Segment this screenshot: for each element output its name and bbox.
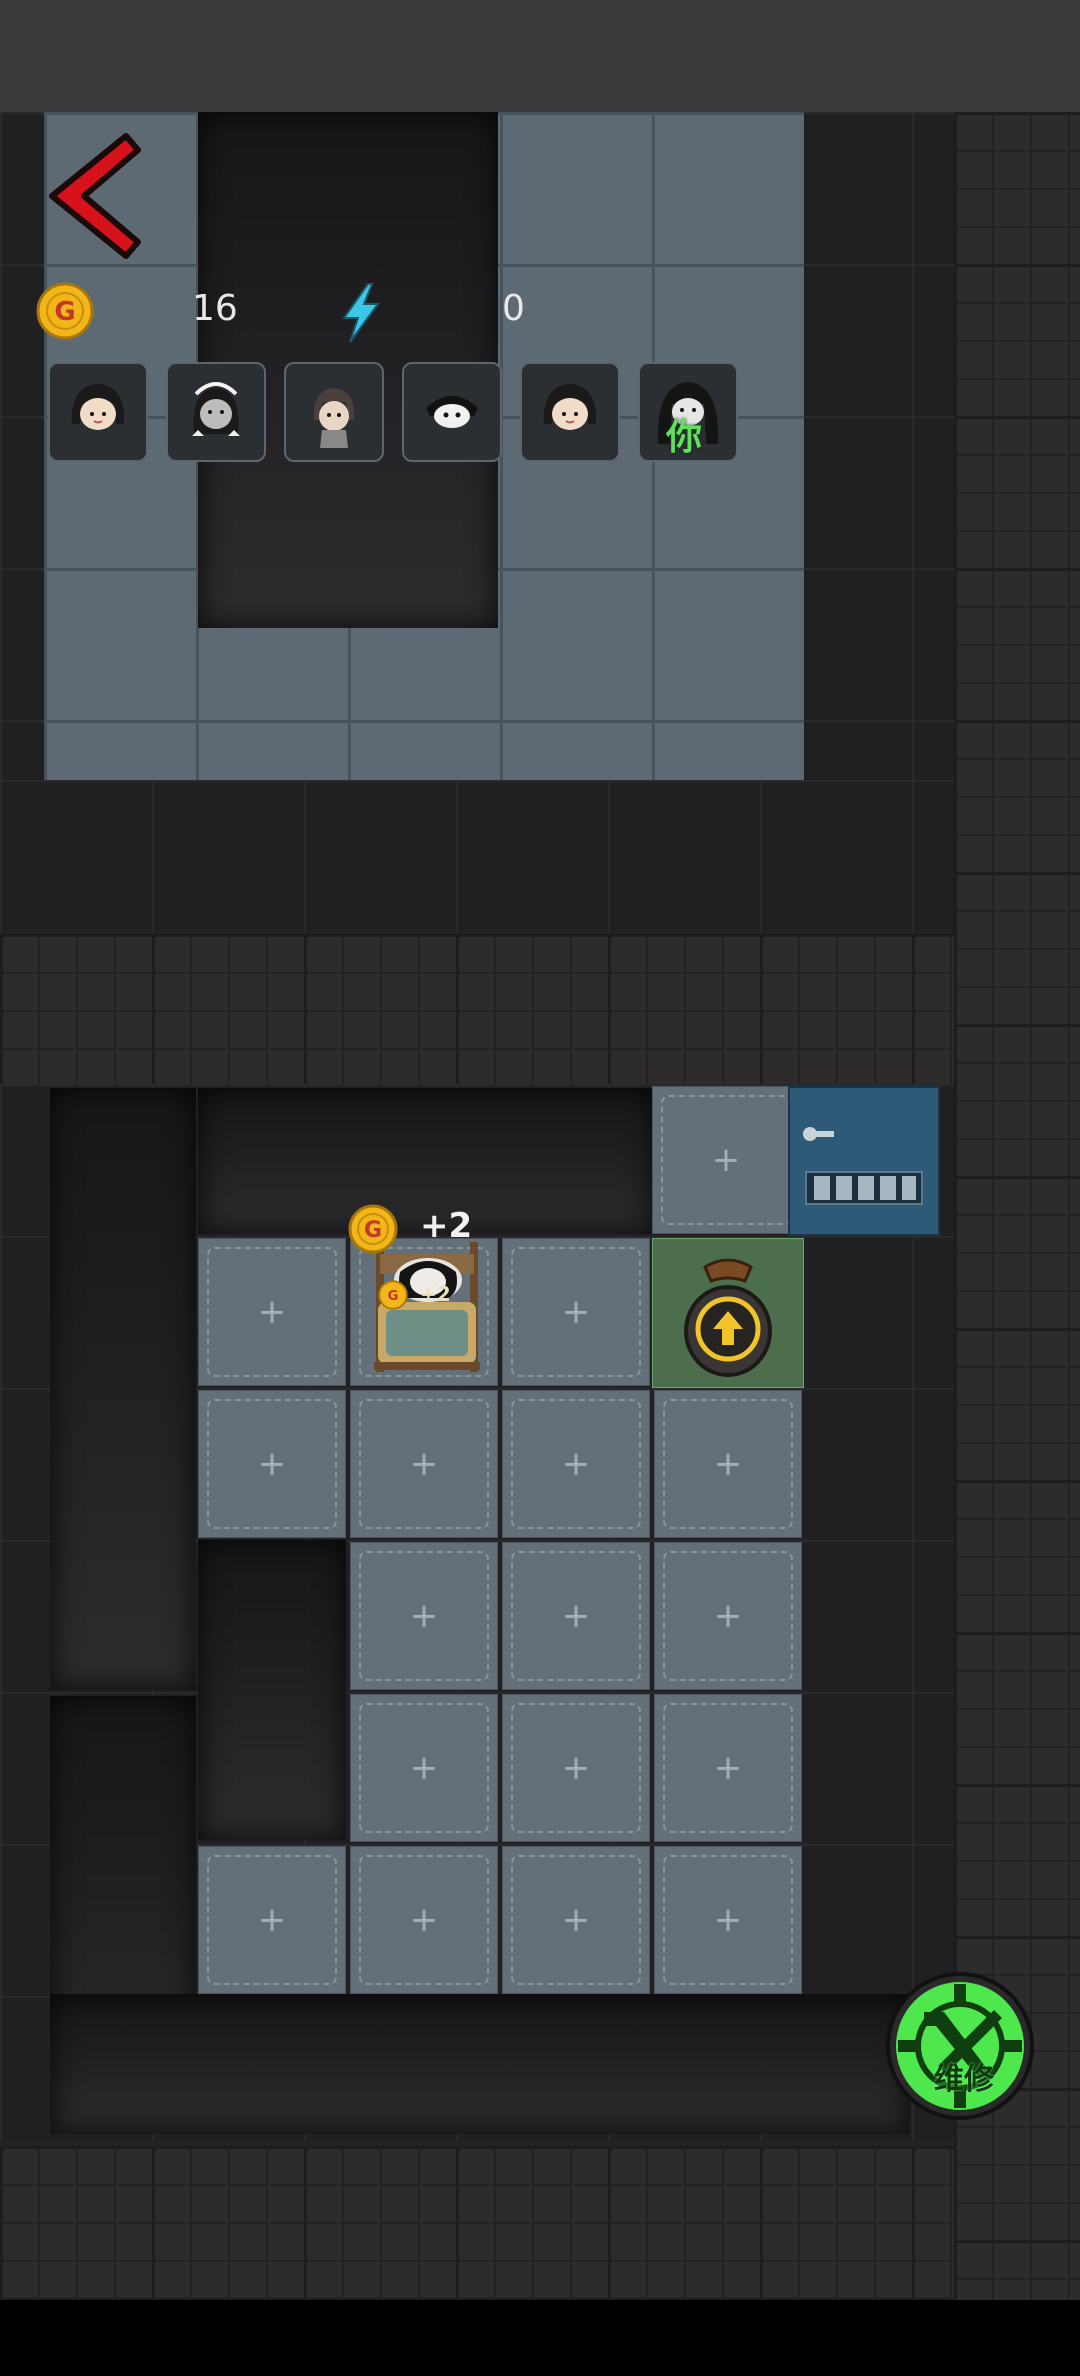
gold-coin-icon: G	[378, 1280, 408, 1310]
avatar-you[interactable]: 你	[638, 362, 738, 462]
left-pit-upper	[50, 1088, 196, 1690]
you-label: 你	[666, 417, 703, 458]
room-tile[interactable]: +	[654, 1390, 802, 1538]
svg-text:G: G	[388, 1289, 399, 1304]
repair-button[interactable]: 维修	[884, 1970, 1036, 2122]
svg-text:G: G	[364, 1218, 382, 1243]
avatar-ponytail-girl[interactable]	[284, 362, 384, 462]
room-tile[interactable]: +	[502, 1238, 650, 1386]
room-tile[interactable]: +	[652, 1086, 800, 1234]
girl-avatar-icon	[71, 384, 125, 430]
room-tile[interactable]: +	[654, 1694, 802, 1842]
room-tile[interactable]: +	[502, 1390, 650, 1538]
back-arrow-icon[interactable]	[38, 130, 148, 260]
ponytail-girl-avatar-icon	[313, 388, 355, 448]
girl-avatar-icon	[543, 384, 597, 430]
ghost-avatar-icon	[426, 396, 478, 428]
navigation-bar	[0, 2300, 1080, 2376]
room-tile[interactable]: +	[350, 1542, 498, 1690]
room-tile[interactable]: +	[198, 1238, 346, 1386]
bottom-pit	[50, 1994, 910, 2134]
gold-coin-icon: G	[348, 1204, 398, 1254]
room-tile[interactable]: +	[654, 1542, 802, 1690]
lightning-bolt-icon	[342, 283, 380, 343]
room-tile[interactable]: +	[654, 1846, 802, 1994]
room-tile[interactable]: +	[350, 1846, 498, 1994]
avatar-girl[interactable]	[520, 362, 620, 462]
room-tile[interactable]: +	[502, 1694, 650, 1842]
status-bar	[0, 0, 1080, 112]
upper-room-bottom-edge	[0, 780, 954, 932]
svg-text:G: G	[54, 297, 75, 327]
upgrade-bag-icon	[684, 1258, 772, 1377]
coin-gain-text: +2	[420, 1206, 473, 1246]
upgrade-tile[interactable]	[652, 1238, 804, 1388]
room-tile[interactable]: +	[502, 1846, 650, 1994]
avatar-girl[interactable]	[48, 362, 148, 462]
room-tile[interactable]: +	[350, 1694, 498, 1842]
inner-pit-mid	[198, 1540, 346, 1840]
room-tile[interactable]: +	[198, 1846, 346, 1994]
brick-wall-middle	[0, 934, 954, 1084]
energy-count: 0	[502, 288, 525, 329]
room-tile[interactable]: +	[350, 1390, 498, 1538]
wrench-gear-icon	[886, 1972, 1034, 2120]
room-tile[interactable]: +	[198, 1390, 346, 1538]
avatar-ghost[interactable]	[402, 362, 502, 462]
room-tile[interactable]: +	[502, 1542, 650, 1690]
bow-girl-avatar-icon	[192, 382, 240, 436]
brick-wall-bottom	[0, 2146, 954, 2300]
gold-coin-icon: G	[36, 282, 94, 340]
coin-count: 16	[192, 288, 238, 329]
door[interactable]	[788, 1086, 940, 1236]
repair-label: 维修	[934, 2062, 994, 2097]
avatar-bow-girl[interactable]	[166, 362, 266, 462]
coin-gain-small-text: +2	[420, 1282, 451, 1306]
